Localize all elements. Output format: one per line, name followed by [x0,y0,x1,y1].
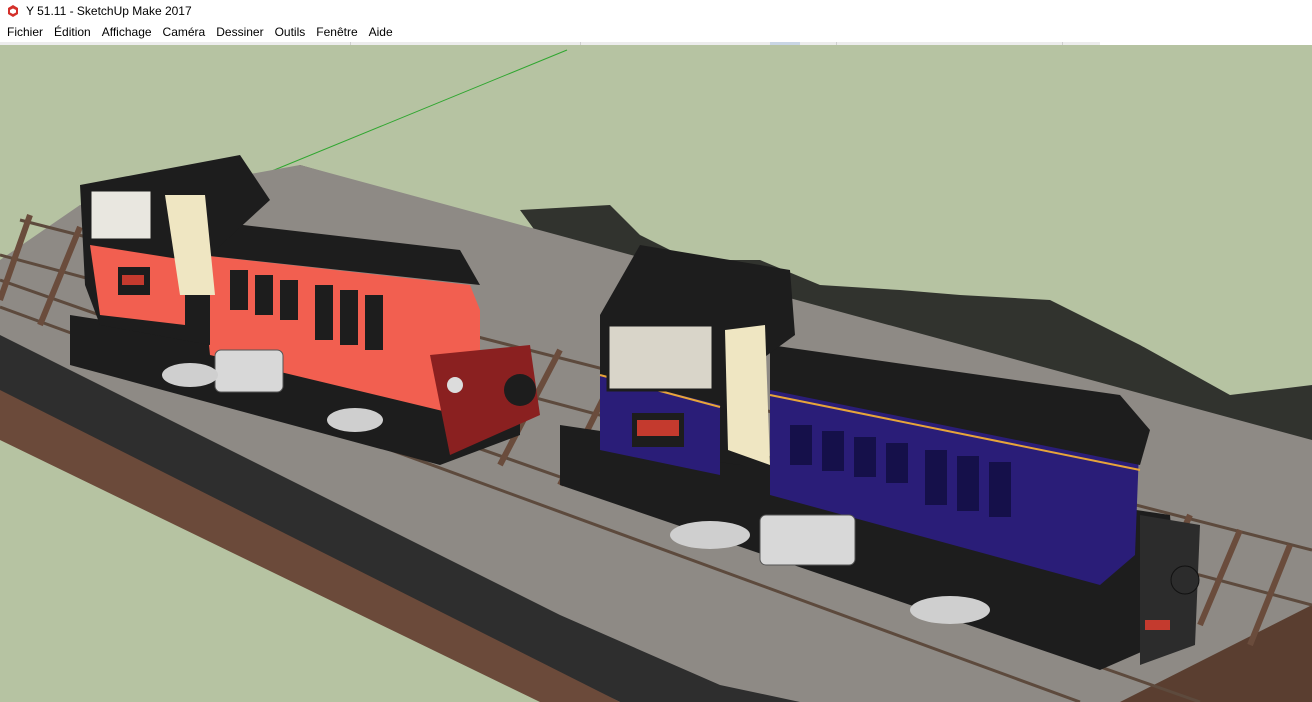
menu-fichier[interactable]: Fichier [2,23,49,42]
menu-outils[interactable]: Outils [270,23,312,42]
menu-fenetre[interactable]: Fenêtre [311,23,363,42]
menu-bar: Fichier Édition Affichage Caméra Dessine… [0,22,1312,42]
model-viewport[interactable] [0,45,1312,702]
menu-dessiner[interactable]: Dessiner [211,23,269,42]
menu-aide[interactable]: Aide [364,23,399,42]
green-axis-line [261,49,568,176]
menu-affichage[interactable]: Affichage [97,23,158,42]
title-bar: Y 51.11 - SketchUp Make 2017 [0,0,1312,22]
model-scene [0,49,1312,702]
menu-edition[interactable]: Édition [49,23,97,42]
sketchup-logo-icon [6,4,20,18]
window-title: Y 51.11 - SketchUp Make 2017 [26,4,192,18]
menu-camera[interactable]: Caméra [158,23,212,42]
